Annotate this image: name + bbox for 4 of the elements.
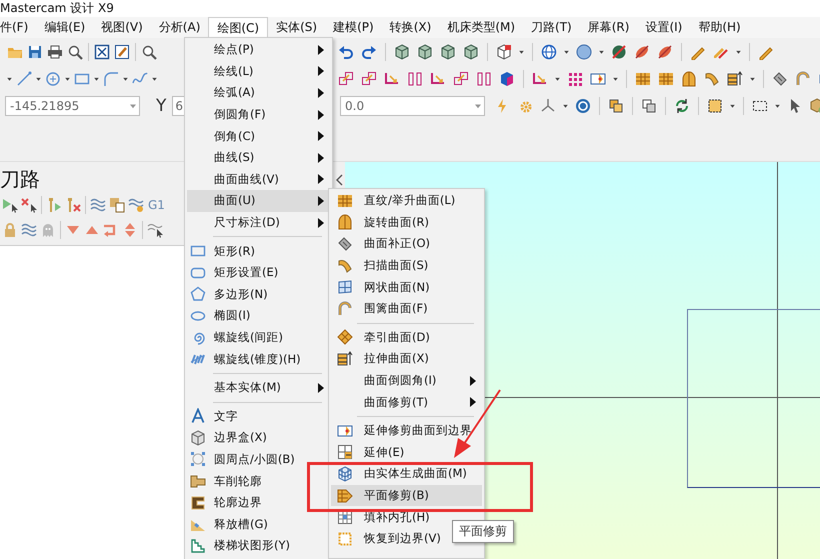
window-title: Mastercam 设计 X9 xyxy=(0,0,114,17)
axis-label: Y xyxy=(156,96,166,116)
tooltip: 平面修剪 xyxy=(452,520,514,543)
panel-title: 刀路 xyxy=(0,166,40,192)
